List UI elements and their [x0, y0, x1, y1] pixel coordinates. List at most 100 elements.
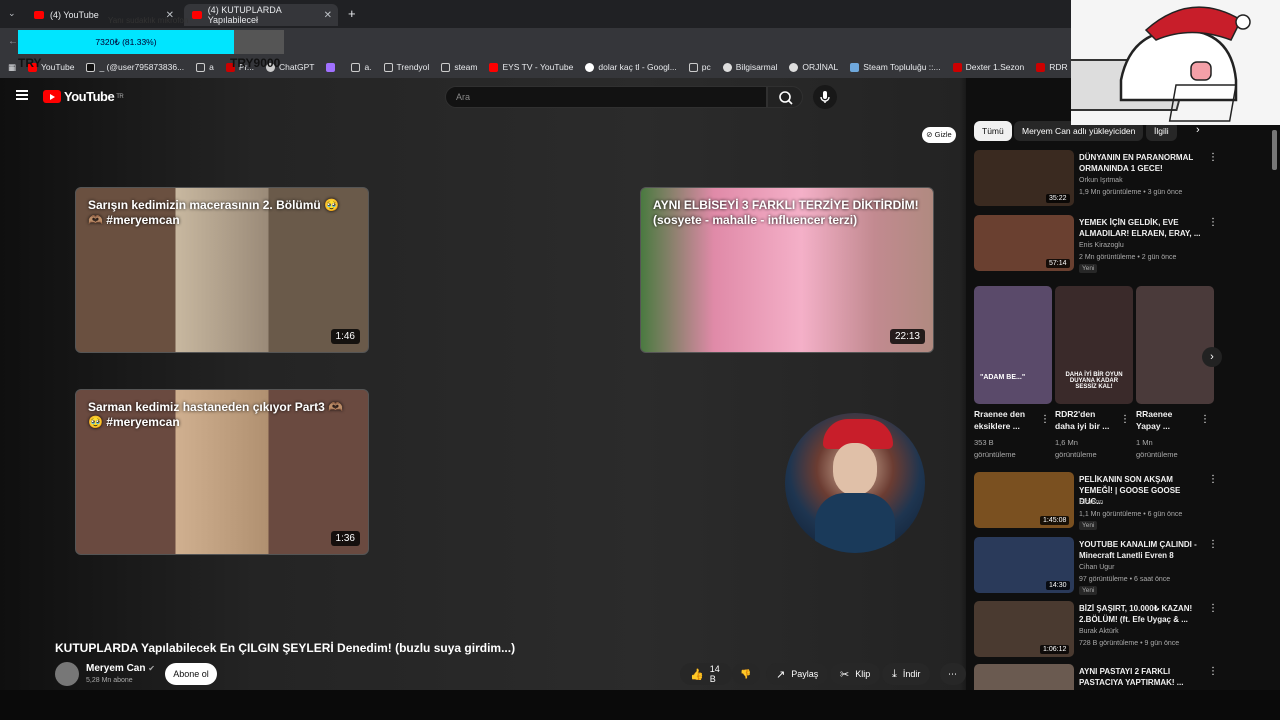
more-options-icon[interactable]: ⋮ — [1040, 414, 1050, 425]
apps-icon[interactable]: ▦ — [8, 62, 16, 73]
verified-icon: ✔ — [148, 664, 155, 673]
video-duration: 57:14 — [1046, 259, 1070, 268]
short-thumb-text: "ADAM BE..." — [980, 374, 1026, 381]
short-video[interactable] — [1136, 286, 1214, 404]
more-options-icon[interactable]: ⋮ — [1208, 217, 1218, 228]
folder-icon — [351, 62, 361, 72]
youtube-logo[interactable]: YouTube TR — [43, 89, 124, 104]
bookmark-item[interactable]: a. — [351, 62, 372, 72]
video-title: KUTUPLARDA Yapılabilecek En ÇILGIN ŞEYLE… — [55, 641, 516, 655]
hide-label: Gizle — [934, 130, 952, 139]
recommended-video[interactable]: 1:06:12 BİZİ ŞAŞIRT, 10.000₺ KAZAN! 2.BÖ… — [974, 601, 1218, 657]
video-thumbnail — [974, 664, 1074, 690]
new-badge: Yeni — [1079, 264, 1098, 273]
bookmark-item[interactable]: RDR — [1036, 62, 1068, 72]
more-actions-button[interactable]: ⋯ — [940, 663, 966, 685]
channel-name[interactable]: Meryem Can ✔ — [86, 663, 155, 674]
new-tab-button[interactable]: + — [348, 6, 356, 21]
bookmark-item[interactable]: Bilgisarmal — [722, 62, 777, 72]
bookmark-item[interactable]: a — [196, 62, 214, 72]
bookmark-item[interactable]: ORJİNAL — [789, 62, 838, 72]
dislike-button[interactable]: 👎 — [732, 663, 760, 685]
video-duration: 35:22 — [1046, 194, 1070, 203]
back-icon[interactable]: ← — [8, 36, 18, 47]
endscreen-video-card[interactable]: AYNI ELBİSEYİ 3 FARKLI TERZİYE DİKTİRDİM… — [640, 187, 934, 353]
share-label: Paylaş — [791, 669, 819, 679]
short-title: RDR2'den daha iyi bir ... — [1055, 409, 1110, 431]
overlay-goal-end: TRY9000 — [230, 56, 281, 70]
recommended-video[interactable]: 35:22 DÜNYANIN EN PARANORMAL ORMANINDA 1… — [974, 150, 1218, 206]
bookmark-item[interactable]: dolar kaç tl - Googl... — [585, 62, 677, 72]
progress-text: 7320₺ (81.33%) — [95, 37, 157, 47]
channel-avatar[interactable] — [55, 662, 79, 686]
logo-text: YouTube — [64, 89, 115, 104]
face — [833, 443, 877, 495]
like-count: 14 B — [709, 664, 720, 684]
menu-icon[interactable] — [16, 90, 28, 100]
card-title: AYNI ELBİSEYİ 3 FARKLI TERZİYE DİKTİRDİM… — [653, 198, 919, 227]
tab-kutuplarda[interactable]: (4) KUTUPLARDA Yapılabileceł ✕ — [184, 4, 338, 26]
thumbs-down-icon: 👎 — [740, 668, 752, 679]
card-duration: 1:46 — [330, 329, 360, 344]
taskbar — [0, 690, 1280, 720]
sidebar-scrollbar[interactable] — [1272, 130, 1277, 170]
recommended-video[interactable]: AYNI PASTAYI 2 FARKLI PASTACIYA YAPTIRMA… — [974, 664, 1214, 690]
more-options-icon[interactable]: ⋮ — [1208, 474, 1218, 485]
video-channel: Cihan Ugur — [1079, 564, 1115, 571]
bookmark-item[interactable]: pc — [688, 62, 711, 72]
bookmark-item[interactable]: steam — [441, 62, 477, 72]
voice-search-button[interactable] — [813, 85, 837, 109]
youtube-icon — [489, 62, 499, 72]
more-options-icon[interactable]: ⋮ — [1208, 152, 1218, 163]
globe-icon — [789, 62, 799, 72]
recommended-video[interactable]: 14:30 YOUTUBE KANALIM ÇALINDI - Minecraf… — [974, 537, 1218, 595]
bookmark-item[interactable] — [326, 62, 339, 72]
short-views: 1 Mn görüntüleme — [1136, 438, 1178, 459]
shorts-next-icon[interactable]: › — [1202, 347, 1222, 367]
download-button[interactable]: ⤓ İndir — [882, 663, 931, 685]
like-button[interactable]: 👍 14 B — [680, 663, 732, 685]
bookmark-label: a. — [364, 62, 372, 72]
bookmark-item[interactable]: _ (@user795873836... — [86, 62, 184, 72]
short-video[interactable]: DAHA İYİ BİR OYUN DUYANA KADAR SESSİZ KA… — [1055, 286, 1133, 404]
download-icon: ⤓ — [892, 667, 897, 680]
video-meta: 1,9 Mn görüntüleme • 3 gün önce — [1079, 189, 1183, 196]
donation-progress-bar: 7320₺ (81.33%) — [18, 30, 284, 54]
search-input[interactable]: Ara — [445, 86, 767, 108]
more-icon: ⋯ — [948, 668, 957, 679]
bookmark-label: a — [209, 62, 214, 72]
video-meta: 97 görüntüleme • 6 saat önce — [1079, 576, 1171, 583]
subscribe-button[interactable]: Abone ol — [165, 663, 217, 685]
more-options-icon[interactable]: ⋮ — [1208, 666, 1214, 677]
more-options-icon[interactable]: ⋮ — [1120, 414, 1130, 425]
recommended-video[interactable]: 57:14 YEMEK İÇİN GELDİK, EVE ALMADILAR! … — [974, 215, 1218, 273]
endscreen-video-card[interactable]: Sarman kedimiz hastaneden çıkıyor Part3 … — [75, 389, 369, 555]
more-options-icon[interactable]: ⋮ — [1208, 603, 1218, 614]
clip-button[interactable]: ✂ Klip — [830, 663, 881, 685]
jersey — [815, 493, 895, 553]
bookmark-item[interactable]: EYS TV - YouTube — [489, 62, 573, 72]
chip-all[interactable]: Tümü — [974, 121, 1012, 141]
recommended-video[interactable]: 1:45:08 PELİKANIN SON AKŞAM YEMEĞİ! | GO… — [974, 472, 1218, 530]
overlay-mic-label: Yanı sudaklık mikrofon — [108, 16, 189, 25]
short-video[interactable]: "ADAM BE..." — [974, 286, 1052, 404]
channel-subscribe-avatar[interactable] — [785, 413, 925, 553]
bookmark-item[interactable]: Dexter 1.Sezon — [952, 62, 1024, 72]
steam-icon — [850, 62, 860, 72]
chips-next-icon[interactable]: › — [1196, 124, 1200, 136]
share-button[interactable]: ↗ Paylaş — [766, 663, 829, 685]
more-options-icon[interactable]: ⋮ — [1200, 414, 1210, 425]
search-button[interactable] — [767, 86, 803, 108]
bookmark-item[interactable]: Trendyol — [383, 62, 429, 72]
folder-icon — [688, 62, 698, 72]
video-channel: Burak Aktürk — [1079, 628, 1119, 635]
thumbs-up-icon: 👍 — [690, 668, 704, 681]
bookmark-item[interactable]: Steam Topluluğu ::... — [850, 62, 941, 72]
card-title: Sarman kedimiz hastaneden çıkıyor Part3 … — [88, 400, 344, 429]
bookmark-label: Steam Topluluğu ::... — [863, 62, 941, 72]
tab-search-icon[interactable]: ⌄ — [8, 8, 20, 20]
hide-endscreen-button[interactable]: ⊘ Gizle — [922, 127, 956, 143]
close-tab-icon[interactable]: ✕ — [324, 10, 332, 21]
endscreen-video-card[interactable]: Sarışın kedimizin macerasının 2. Bölümü … — [75, 187, 369, 353]
more-options-icon[interactable]: ⋮ — [1208, 539, 1218, 550]
